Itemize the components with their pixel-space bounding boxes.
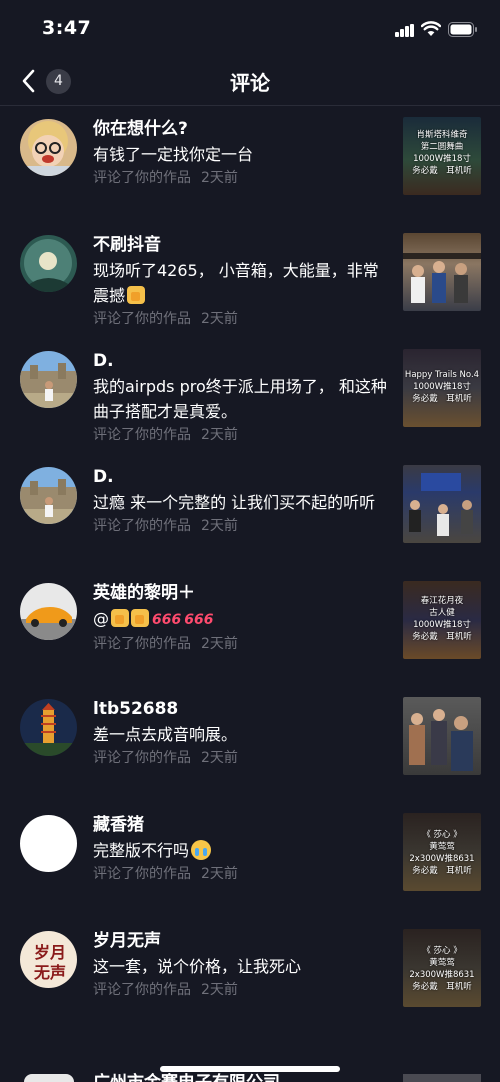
- comment-row[interactable]: 你在想什么? 有钱了一定找你定一台 评论了你的作品 2天前 肖斯塔科维奇 第二圆舞…: [0, 107, 500, 223]
- people-photo-icon: [409, 709, 473, 771]
- meta-action: 评论了你的作品: [93, 866, 191, 882]
- wifi-icon: [421, 21, 441, 36]
- status-bar: 3:47: [0, 0, 500, 58]
- svg-text:岁: 岁: [34, 943, 50, 962]
- meta-action: 评论了你的作品: [93, 170, 191, 186]
- thumbnail-caption: 春江花月夜 古人健 1000W推18寸 务必戴 耳机听: [412, 596, 472, 642]
- video-thumbnail[interactable]: Happy Trails No.4 1000W推18寸 务必戴 耳机听: [403, 349, 481, 427]
- meta-action: 评论了你的作品: [93, 311, 191, 327]
- commenter-name[interactable]: 英雄的黎明＋: [93, 581, 393, 605]
- battery-icon: [448, 22, 477, 37]
- commenter-name[interactable]: D.: [93, 465, 393, 489]
- comment-meta: 评论了你的作品 2天前: [93, 516, 393, 536]
- comment-text: 差一点去成音响展。: [93, 725, 238, 744]
- video-thumbnail[interactable]: [403, 1074, 481, 1082]
- page-title: 评论: [230, 71, 270, 95]
- meta-action: 评论了你的作品: [93, 636, 191, 652]
- meta-time: 2天前: [201, 311, 238, 327]
- commenter-name[interactable]: D.: [93, 349, 393, 373]
- comment-row[interactable]: ltb52688 差一点去成音响展。 评论了你的作品 2天前: [0, 687, 500, 803]
- comment-meta: 评论了你的作品 2天前: [93, 748, 393, 768]
- svg-text:声: 声: [49, 963, 66, 982]
- video-thumbnail[interactable]: 肖斯塔科维奇 第二圆舞曲 1000W推18寸 务必戴 耳机听: [403, 117, 481, 195]
- comment-text: 这一套，说个价格，让我死心: [93, 957, 302, 976]
- user-avatar[interactable]: 岁 月 无 声: [20, 931, 77, 988]
- 666-emoji-icon: 666: [184, 612, 214, 628]
- comment-row[interactable]: 岁 月 无 声 岁月无声 这一套，说个价格，让我死心 评论了你的作品 2天前 《 …: [0, 919, 500, 1035]
- user-avatar[interactable]: [24, 1074, 74, 1082]
- user-avatar[interactable]: [20, 815, 77, 872]
- home-indicator[interactable]: [160, 1066, 340, 1072]
- video-thumbnail[interactable]: [403, 697, 481, 775]
- meta-time: 2天前: [201, 866, 238, 882]
- thumbs-up-emoji-icon: [131, 609, 149, 627]
- comment-meta: 评论了你的作品 2天前: [93, 425, 393, 445]
- video-thumbnail[interactable]: [403, 465, 481, 543]
- video-thumbnail[interactable]: [403, 233, 481, 311]
- comment-row[interactable]: D. 过瘾 来一个完整的 让我们买不起的听听 评论了你的作品 2天前: [0, 455, 500, 571]
- comment-text: 过瘾 来一个完整的 让我们买不起的听听: [93, 493, 376, 512]
- cellular-signal-icon: [395, 24, 415, 37]
- partial-comment-row[interactable]: 广州市金赛电子有限公司: [0, 1073, 500, 1082]
- commenter-name[interactable]: 不刷抖音: [93, 233, 393, 257]
- comment-row[interactable]: 藏香猪 完整版不行吗 评论了你的作品 2天前 《 莎心 》 黄莺莺 2x300W推…: [0, 803, 500, 919]
- user-avatar[interactable]: [20, 119, 77, 176]
- comment-text: 完整版不行吗: [93, 838, 393, 863]
- comment-text: 我的airpds pro终于派上用场了， 和这种曲子搭配才是真爱。: [93, 377, 387, 421]
- meta-time: 2天前: [201, 518, 238, 534]
- thumbnail-caption: Happy Trails No.4 1000W推18寸 务必戴 耳机听: [404, 370, 480, 404]
- meta-time: 2天前: [201, 427, 238, 443]
- crying-emoji-icon: [191, 840, 212, 860]
- meta-action: 评论了你的作品: [93, 427, 191, 443]
- user-avatar[interactable]: [20, 351, 77, 408]
- meta-action: 评论了你的作品: [93, 750, 191, 766]
- comment-row[interactable]: 英雄的黎明＋ @666 666 评论了你的作品 2天前 春江花月夜 古人健 1000…: [0, 571, 500, 687]
- meta-time: 2天前: [201, 170, 238, 186]
- status-time: 3:47: [42, 17, 92, 39]
- comment-text: 现场听了4265， 小音箱，大能量，非常震撼: [93, 261, 379, 305]
- meta-time: 2天前: [201, 750, 238, 766]
- comment-meta: 评论了你的作品 2天前: [93, 980, 393, 1000]
- thumbnail-caption: 《 莎心 》 黄莺莺 2x300W推8631 务必戴 耳机听: [409, 830, 475, 876]
- comment-meta: 评论了你的作品 2天前: [93, 309, 393, 329]
- video-thumbnail[interactable]: 《 莎心 》 黄莺莺 2x300W推8631 务必戴 耳机听: [403, 929, 481, 1007]
- thumbnail-caption: 肖斯塔科维奇 第二圆舞曲 1000W推18寸 务必戴 耳机听: [412, 130, 472, 176]
- comment-row[interactable]: D. 我的airpds pro终于派上用场了， 和这种曲子搭配才是真爱。 评论了…: [0, 339, 500, 455]
- commenter-name[interactable]: 你在想什么?: [93, 117, 393, 141]
- comment-text: 有钱了一定找你定一台: [93, 145, 254, 164]
- comment-text: @666 666: [93, 606, 393, 633]
- comment-meta: 评论了你的作品 2天前: [93, 168, 393, 188]
- user-avatar[interactable]: [20, 583, 77, 640]
- comments-screen: 3:47 4 评论 你在想什么? 有钱了一定找你定一台 评论了你的作品 2天前 …: [0, 0, 500, 1082]
- meta-action: 评论了你的作品: [93, 518, 191, 534]
- people-photo-icon: [403, 253, 481, 303]
- comment-meta: 评论了你的作品 2天前: [93, 634, 393, 654]
- svg-text:无: 无: [33, 963, 50, 982]
- thumbs-up-emoji-icon: [127, 286, 146, 304]
- comment-list: 你在想什么? 有钱了一定找你定一台 评论了你的作品 2天前 肖斯塔科维奇 第二圆舞…: [0, 107, 500, 1035]
- thumbs-up-emoji-icon: [111, 609, 129, 627]
- video-thumbnail[interactable]: 《 莎心 》 黄莺莺 2x300W推8631 务必戴 耳机听: [403, 813, 481, 891]
- meta-time: 2天前: [201, 982, 238, 998]
- meta-action: 评论了你的作品: [93, 982, 191, 998]
- meta-time: 2天前: [201, 636, 238, 652]
- comment-row[interactable]: 不刷抖音 现场听了4265， 小音箱，大能量，非常震撼 评论了你的作品 2天前: [0, 223, 500, 339]
- 666-emoji-icon: 666: [152, 612, 182, 628]
- user-avatar[interactable]: [20, 467, 77, 524]
- svg-text:月: 月: [49, 943, 66, 962]
- people-photo-icon: [409, 473, 473, 536]
- commenter-name[interactable]: 藏香猪: [93, 813, 393, 837]
- commenter-name[interactable]: ltb52688: [93, 697, 393, 721]
- comment-meta: 评论了你的作品 2天前: [93, 864, 393, 884]
- user-avatar[interactable]: [20, 699, 77, 756]
- thumbnail-caption: 《 莎心 》 黄莺莺 2x300W推8631 务必戴 耳机听: [409, 946, 475, 992]
- commenter-name[interactable]: 岁月无声: [93, 929, 393, 953]
- video-thumbnail[interactable]: 春江花月夜 古人健 1000W推18寸 务必戴 耳机听: [403, 581, 481, 659]
- user-avatar[interactable]: [20, 235, 77, 292]
- nav-bar: 4 评论: [0, 58, 500, 106]
